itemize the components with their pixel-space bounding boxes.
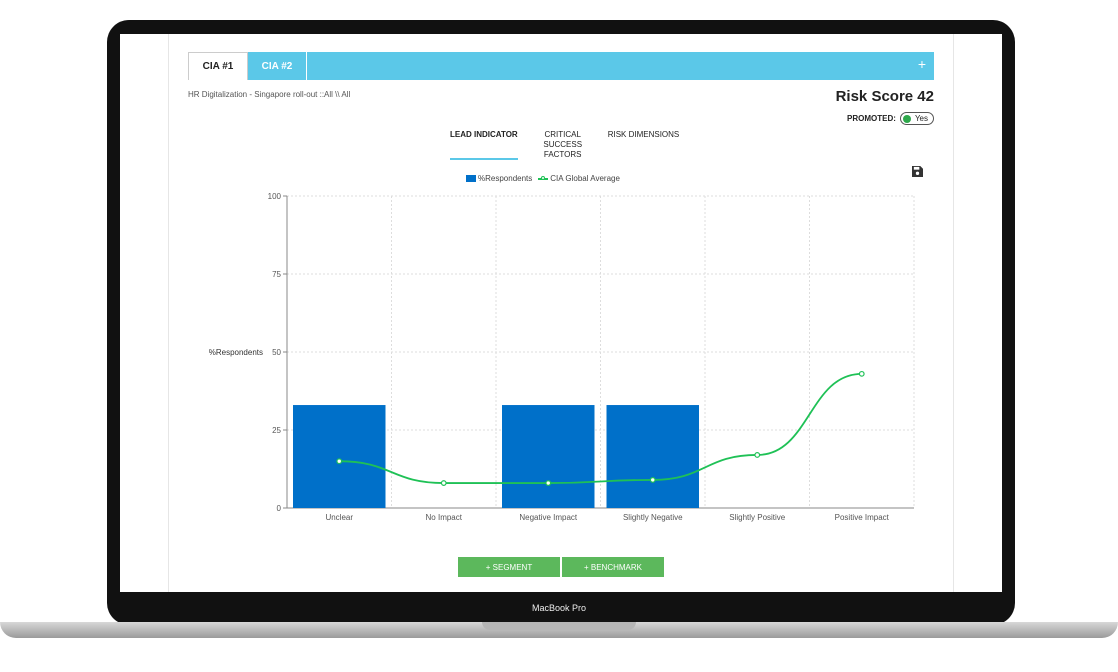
bar	[606, 405, 699, 508]
cia-tab-bar: CIA #1 CIA #2 +	[188, 52, 934, 85]
tab-label: CIA #1	[202, 61, 234, 72]
tab-risk-dimensions[interactable]: RISK DIMENSIONS	[608, 130, 680, 160]
legend-swatch	[538, 175, 549, 180]
x-tick-label: Negative Impact	[519, 513, 578, 522]
y-tick-label: 50	[272, 348, 281, 357]
y-axis-label: %Respondents	[209, 348, 263, 357]
legend-label: CIA Global Average	[550, 174, 620, 183]
add-icon[interactable]: +	[918, 56, 926, 72]
content-border	[168, 34, 169, 592]
toggle-knob	[902, 114, 911, 123]
risk-score: Risk Score 42	[835, 88, 934, 105]
device-label: MacBook Pro	[531, 603, 587, 613]
promoted-status: PROMOTED: Yes	[847, 112, 934, 125]
toggle-value: Yes	[914, 114, 928, 123]
line-point	[440, 480, 447, 486]
x-tick-label: Slightly Positive	[729, 513, 786, 522]
tab-critical-success-factors[interactable]: CRITICAL SUCCESS FACTORS	[526, 130, 600, 160]
tab-label: CIA #2	[261, 60, 293, 72]
line-point	[858, 370, 865, 377]
x-tick-label: Slightly Negative	[623, 513, 683, 522]
y-tick-label: 25	[272, 426, 281, 435]
y-tick-label: 0	[277, 504, 282, 513]
line-point	[754, 452, 761, 458]
line-point	[649, 477, 656, 483]
y-tick-label: 75	[272, 270, 281, 279]
breadcrumb: HR Digitalization - Singapore roll-out :…	[188, 90, 351, 99]
save-icon[interactable]	[912, 166, 923, 177]
line-point	[545, 480, 552, 486]
bar	[502, 405, 595, 508]
tab-lead-indicator[interactable]: LEAD INDICATOR	[450, 130, 518, 160]
content-border	[953, 34, 954, 592]
x-tick-label: Unclear	[325, 513, 353, 522]
chart-subtabs: LEAD INDICATOR CRITICAL SUCCESS FACTORS …	[450, 130, 679, 160]
bar	[293, 405, 386, 508]
x-tick-label: Positive Impact	[835, 513, 890, 522]
promoted-toggle[interactable]: Yes	[899, 112, 934, 125]
legend-item-respondents[interactable]: %Respondents	[466, 174, 532, 183]
chart-legend: %Respondents CIA Global Average	[466, 174, 620, 183]
laptop-base-notch	[482, 622, 636, 630]
y-tick-label: 100	[268, 192, 282, 201]
add-benchmark-button[interactable]: + BENCHMARK	[562, 557, 664, 577]
tab-cia-1[interactable]: CIA #1	[188, 52, 248, 85]
add-segment-button[interactable]: + SEGMENT	[458, 557, 560, 577]
legend-label: %Respondents	[478, 174, 533, 183]
x-tick-label: No Impact	[426, 513, 463, 522]
app-screen: CIA #1 CIA #2 + HR Digitalization - Sing…	[120, 34, 1002, 592]
legend-swatch	[466, 175, 476, 183]
line-point	[336, 458, 343, 465]
active-tab-pointer	[215, 80, 225, 85]
tab-cia-2[interactable]: CIA #2	[248, 52, 307, 80]
promoted-label: PROMOTED:	[847, 114, 896, 123]
lead-indicator-chart: 0 25 50 75 100 %Respondents Unclear No Impact Ne…	[209, 192, 915, 522]
legend-item-global-average[interactable]: CIA Global Average	[538, 174, 620, 183]
